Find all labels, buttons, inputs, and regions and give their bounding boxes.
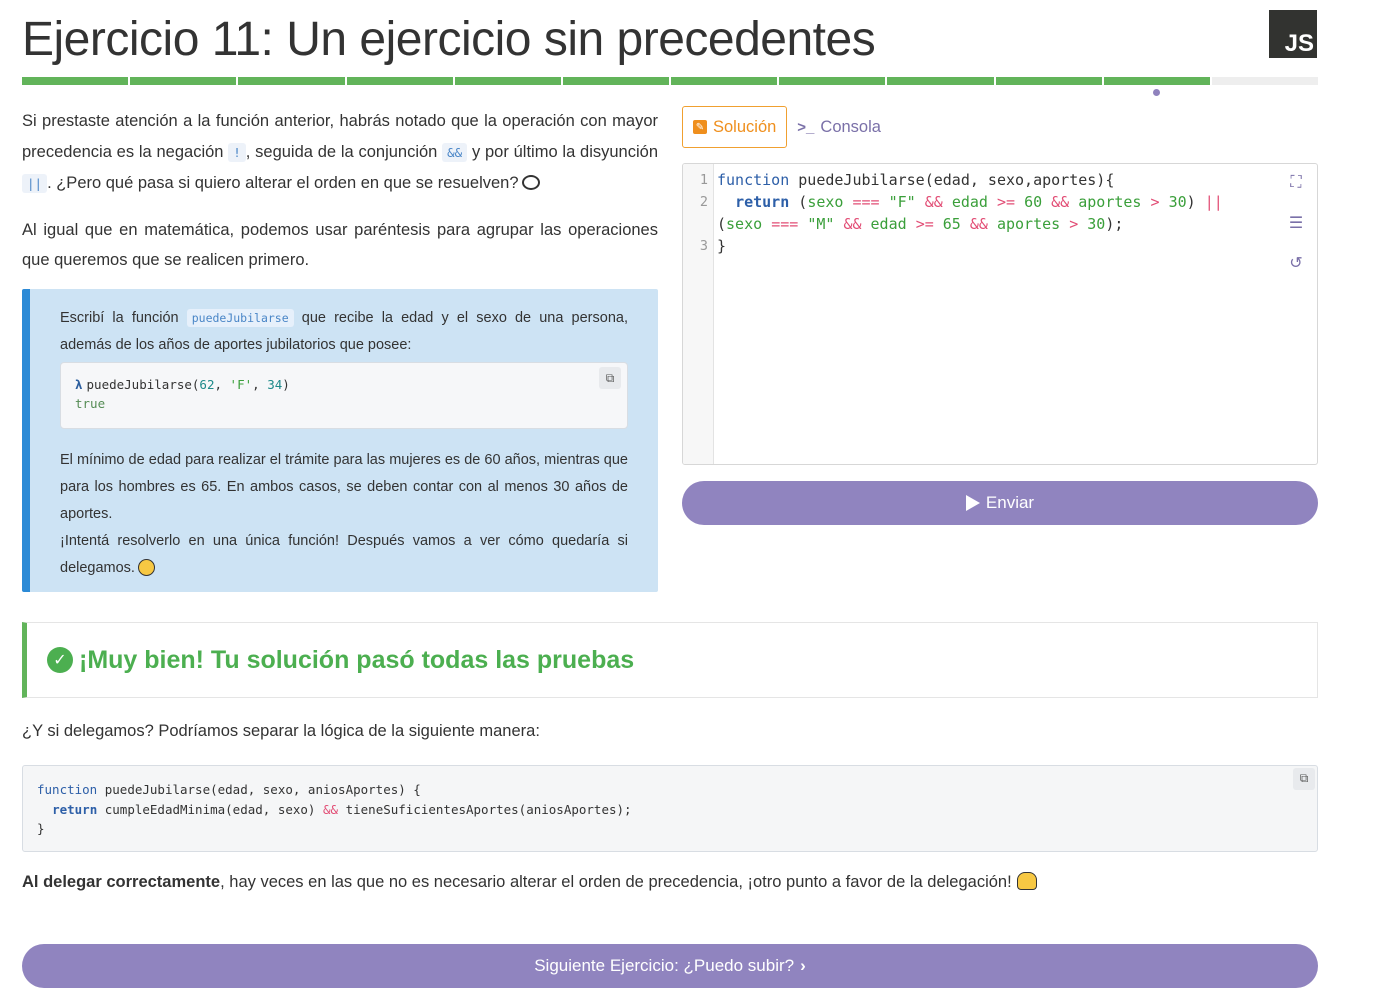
page-title: Ejercicio 11: Un ejercicio sin precedent… — [22, 13, 876, 66]
expand-icon[interactable]: ⛶ — [1287, 174, 1305, 192]
progress-segment[interactable] — [1211, 77, 1319, 85]
tab-label: Solución — [713, 117, 777, 136]
terminal-icon: >_ — [797, 118, 815, 136]
progress-segment[interactable] — [130, 77, 237, 85]
task-text-1: Escribí la función puedeJubilarse que re… — [60, 305, 628, 359]
code-editor[interactable]: 1 2 3 function puedeJubilarse(edad, sexo… — [682, 163, 1318, 465]
tab-solution[interactable]: ✎ Solución — [682, 106, 788, 148]
progress-segment[interactable] — [671, 77, 778, 85]
intro-text: . ¿Pero qué pasa si quiero alterar el or… — [47, 174, 519, 192]
closing-bold: Al delegar correctamente — [22, 873, 221, 891]
muscle-emoji-icon — [1016, 872, 1037, 890]
inline-code-and: && — [442, 142, 468, 162]
example-code-block: λ puedeJubilarse(62, 'F', 34) true ⧉ — [60, 362, 628, 429]
progress-segment[interactable] — [238, 77, 345, 85]
progress-segment[interactable] — [995, 77, 1102, 85]
task-text-3: ¡Intentá resolverlo en una única función… — [60, 528, 628, 582]
progress-bar — [22, 77, 1319, 85]
example-arg: 34 — [267, 377, 283, 392]
chevron-right-icon: › — [800, 956, 806, 975]
tab-label: Consola — [820, 117, 881, 136]
example-sep: , — [214, 377, 230, 392]
intro-paragraph-1: Si prestaste atención a la función anter… — [22, 106, 658, 200]
example-call: puedeJubilarse( — [86, 377, 200, 392]
smile-emoji-icon — [137, 559, 155, 576]
line-number: 2 — [699, 194, 708, 210]
example-call-line: λ puedeJubilarse(62, 'F', 34) — [75, 375, 613, 394]
task-text-2: El mínimo de edad para realizar el trámi… — [60, 452, 628, 522]
progress-segment[interactable] — [346, 77, 453, 85]
play-icon — [965, 495, 980, 511]
indent-icon[interactable]: ☰ — [1287, 214, 1305, 232]
editor-tabs: ✎ Solución >_ Consola — [682, 106, 891, 148]
intro-paragraph-2: Al igual que en matemática, podemos usar… — [22, 220, 658, 270]
next-exercise-label: Siguiente Ejercicio: ¿Puedo subir? — [534, 956, 795, 975]
intro-text: y por último la disyunción — [467, 142, 659, 161]
inline-code-not: ! — [228, 142, 246, 162]
example-close: ) — [282, 377, 290, 392]
js-logo: JS — [1269, 10, 1317, 58]
example-result: true — [75, 396, 106, 411]
check-circle-icon: ✓ — [47, 647, 73, 673]
submit-label: Enviar — [985, 493, 1035, 512]
success-banner: ✓ ¡Muy bien! Tu solución pasó todas las … — [22, 622, 1318, 698]
delegate-question: ¿Y si delegamos? Podríamos separar la ló… — [22, 722, 540, 740]
intro-text: , seguida de la conjunción — [245, 142, 443, 161]
delegation-code-block: function puedeJubilarse(edad, sexo, anio… — [22, 765, 1318, 852]
submit-button[interactable]: Enviar — [682, 481, 1318, 525]
inline-code-function-name: puedeJubilarse — [186, 309, 294, 327]
progress-current-indicator — [1153, 89, 1161, 96]
editor-code[interactable]: function puedeJubilarse(edad, sexo,aport… — [717, 169, 1223, 257]
closing-paragraph: Al delegar correctamente, hay veces en l… — [22, 872, 1037, 892]
line-number: 3 — [699, 238, 708, 254]
progress-segment[interactable] — [454, 77, 561, 85]
task-text: Escribí la función — [60, 310, 187, 326]
success-message: ¡Muy bien! Tu solución pasó todas las pr… — [79, 645, 635, 674]
undo-icon[interactable]: ↺ — [1287, 254, 1305, 272]
tab-console[interactable]: >_ Consola — [787, 106, 891, 148]
progress-segment[interactable] — [22, 77, 129, 85]
speech-bubble-icon — [521, 175, 540, 190]
example-arg: 'F' — [229, 377, 253, 392]
line-number: 1 — [699, 172, 708, 188]
progress-segment[interactable] — [562, 77, 670, 85]
lambda-icon: λ — [75, 377, 83, 392]
task-description: Escribí la función puedeJubilarse que re… — [22, 289, 658, 592]
copy-icon[interactable]: ⧉ — [1293, 768, 1315, 790]
example-arg: 62 — [199, 377, 215, 392]
editor-toolbar: ⛶ ☰ ↺ — [1287, 174, 1305, 272]
progress-segment[interactable] — [779, 77, 886, 85]
example-sep: , — [252, 377, 268, 392]
inline-code-or: || — [22, 174, 48, 193]
copy-icon[interactable]: ⧉ — [599, 367, 621, 389]
closing-text: , hay veces en las que no es necesario a… — [220, 873, 1012, 891]
exercise-intro: Si prestaste atención a la función anter… — [22, 106, 658, 291]
progress-segment[interactable] — [1103, 77, 1210, 85]
edit-icon: ✎ — [693, 120, 707, 134]
line-number-gutter: 1 2 3 — [683, 164, 714, 464]
next-exercise-button[interactable]: Siguiente Ejercicio: ¿Puedo subir? › — [22, 944, 1318, 988]
progress-segment[interactable] — [887, 77, 994, 85]
